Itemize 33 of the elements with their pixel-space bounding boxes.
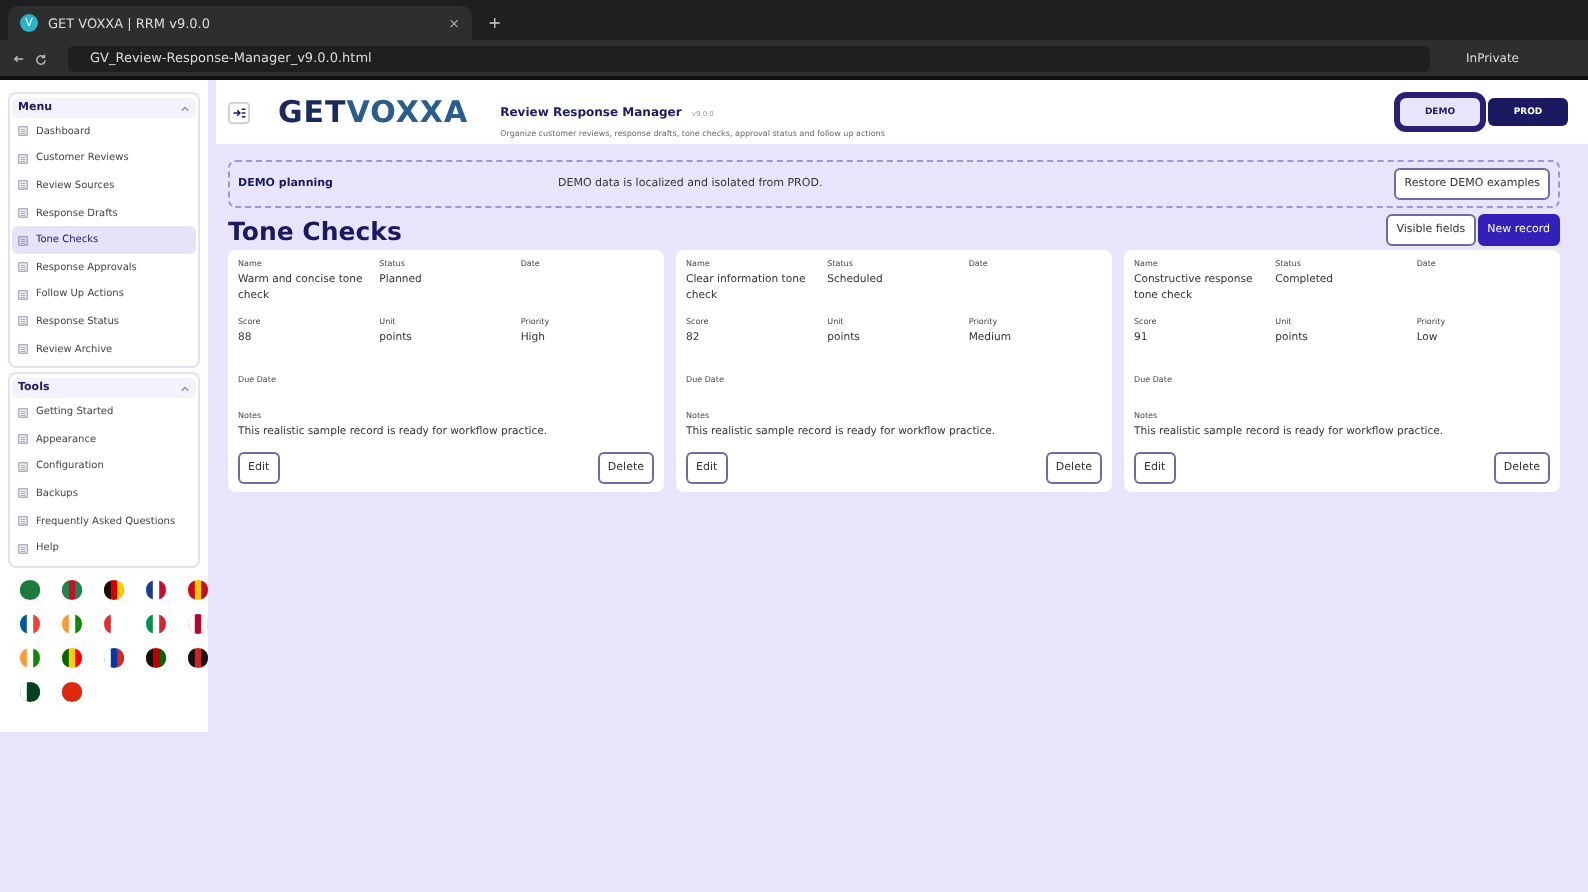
flag-icon[interactable] (146, 579, 166, 600)
list-icon (18, 488, 28, 499)
list-icon (18, 543, 28, 554)
flag-icon[interactable] (188, 613, 208, 634)
flag-icon[interactable] (20, 613, 40, 634)
flag-icon[interactable] (20, 681, 40, 702)
flag-icon[interactable] (146, 647, 166, 668)
list-icon (18, 461, 28, 472)
list-icon (18, 180, 28, 191)
flag-icon[interactable] (188, 579, 208, 600)
list-icon (18, 344, 28, 355)
list-icon (18, 126, 28, 137)
new-tab-button[interactable]: + (488, 14, 502, 32)
reload-icon[interactable] (34, 51, 48, 65)
collapse-icon[interactable] (180, 383, 190, 394)
list-icon (18, 208, 28, 219)
page-title: Tone Checks (228, 216, 402, 246)
list-icon (18, 289, 28, 300)
list-icon (18, 153, 28, 164)
logo: GETVOXXA (278, 94, 469, 130)
list-icon (18, 407, 28, 418)
list-icon (18, 262, 28, 273)
flag-icon[interactable] (188, 647, 208, 668)
collapse-icon[interactable] (180, 103, 190, 113)
back-icon[interactable] (12, 51, 26, 65)
flag-icon[interactable] (104, 579, 124, 600)
list-icon (18, 434, 28, 445)
list-icon (18, 516, 28, 527)
flag-icon[interactable] (104, 647, 124, 668)
list-icon (18, 235, 28, 246)
sidebar-toggle-icon[interactable] (228, 101, 250, 123)
list-icon (18, 316, 28, 327)
flag-icon[interactable] (62, 647, 82, 668)
